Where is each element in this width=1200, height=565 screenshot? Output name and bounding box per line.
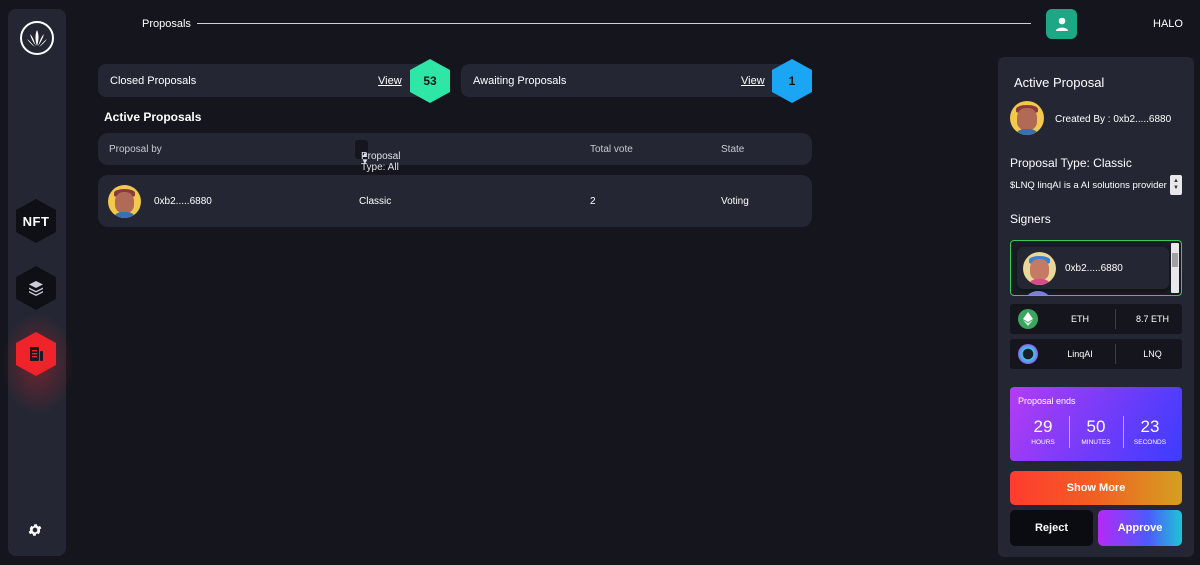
user-profile-button[interactable] [1046,9,1077,39]
proposals-icon [30,347,43,361]
signers-scrollbar-thumb[interactable] [1172,253,1178,267]
sidebar-item-nft[interactable]: NFT [16,199,56,243]
token-row-eth: ETH 8.7 ETH [1010,304,1182,334]
app-logo-icon[interactable] [20,21,54,55]
closed-proposals-card: Closed Proposals View [98,64,436,97]
signer-address: 0xb2.....6880 [1065,263,1123,274]
proposal-type-filter-label: Proposal Type: All [361,151,401,173]
closed-proposals-label: Closed Proposals [110,75,197,87]
proposals-table-header: Proposal by ▲ ▼ Proposal Type: All Total … [98,133,812,173]
countdown-hours-value: 29 [1033,417,1053,436]
proposal-description-text: $LNQ linqAI is a AI solutions provider [1010,179,1167,191]
active-proposals-title: Active Proposals [104,110,202,124]
awaiting-proposals-view-link[interactable]: View [741,75,765,87]
column-header-state: State [721,144,745,155]
token-value-eth: 8.7 ETH [1135,314,1169,324]
sidebar: NFT [0,9,78,556]
token-divider [1115,309,1116,329]
closed-proposals-view-link[interactable]: View [378,75,402,87]
signer-avatar-partial [1023,291,1053,295]
user-name: HALO [1153,18,1183,30]
token-name-linqai: LinqAI [1067,349,1093,359]
awaiting-proposals-card: Awaiting Proposals View [461,64,798,97]
awaiting-proposals-label: Awaiting Proposals [473,75,567,87]
column-header-total-vote: Total vote [590,144,633,155]
awaiting-proposals-count: 1 [788,74,796,88]
row-state: Voting [721,196,749,207]
row-address: 0xb2.....6880 [154,196,212,207]
countdown-minutes-label: MINUTES [1081,439,1111,446]
linqai-icon [1018,344,1038,364]
token-row-linqai: LinqAI LNQ [1010,339,1182,369]
countdown-label: Proposal ends [1018,396,1076,406]
layers-icon [29,281,43,296]
proposal-type-filter[interactable]: ▲ ▼ Proposal Type: All [355,140,400,173]
approve-button[interactable]: Approve [1098,510,1182,546]
column-header-proposal-by: Proposal by [109,144,162,155]
signers-list[interactable]: 0xb2.....6880 [1010,240,1182,296]
panel-title: Active Proposal [1014,75,1105,90]
signer-item[interactable]: 0xb2.....6880 [1017,247,1169,289]
scroll-down-icon: ▼ [1173,185,1179,191]
countdown-minutes-value: 50 [1086,417,1106,436]
header-divider [197,23,1031,24]
row-type: Classic [359,196,392,207]
closed-proposals-count: 53 [423,74,437,88]
user-icon [1055,17,1068,31]
countdown-hours: 29 HOURS [1017,417,1069,446]
countdown-seconds-value: 23 [1140,417,1160,436]
active-proposal-panel: Active Proposal Created By : 0xb2.....68… [998,57,1194,557]
sidebar-item-layers[interactable] [16,266,56,310]
table-row[interactable]: 0xb2.....6880 Classic 2 Voting [98,175,812,227]
page-title: Proposals [142,18,191,30]
scroll-up-icon: ▲ [1173,178,1179,184]
description-scroll-stepper[interactable]: ▲ ▼ [1170,175,1182,195]
countdown-seconds-label: SECONDS [1133,439,1167,446]
sidebar-item-nft-label: NFT [22,213,50,229]
creator-avatar [1010,101,1044,135]
ethereum-icon [1018,309,1038,329]
proposal-countdown: Proposal ends 29 HOURS 50 MINUTES 23 SEC… [1010,387,1182,461]
countdown-seconds: 23 SECONDS [1124,417,1176,446]
countdown-minutes: 50 MINUTES [1070,417,1122,446]
countdown-hours-label: HOURS [1031,439,1055,446]
token-name-eth: ETH [1071,314,1089,324]
row-votes: 2 [590,196,596,207]
reject-button[interactable]: Reject [1010,510,1093,546]
token-value-linqai: LNQ [1143,349,1162,359]
proposal-description: $LNQ linqAI is a AI solutions provider [1010,175,1182,195]
show-more-button[interactable]: Show More [1010,471,1182,505]
signer-avatar [1023,252,1056,285]
settings-gear-icon[interactable] [27,522,43,538]
signers-scrollbar[interactable] [1171,243,1179,293]
panel-proposal-type: Proposal Type: Classic [1010,156,1132,170]
signers-title: Signers [1010,212,1051,226]
avatar [108,185,141,218]
created-by: Created By : 0xb2.....6880 [1055,114,1172,125]
token-divider [1115,344,1116,364]
